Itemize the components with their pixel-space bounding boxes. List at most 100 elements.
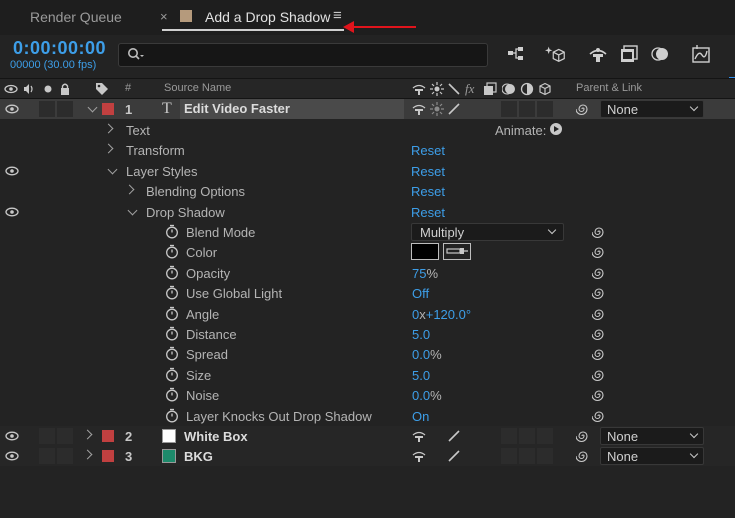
pick-whip-icon[interactable] xyxy=(591,266,606,283)
collapse-switch-icon[interactable] xyxy=(430,102,444,116)
property-row[interactable]: Size 5.0 xyxy=(0,365,735,385)
twirl-right-icon[interactable] xyxy=(82,449,93,460)
adjustment-layer-header-icon[interactable] xyxy=(520,82,534,96)
visibility-eye-icon[interactable] xyxy=(5,431,19,441)
stopwatch-icon[interactable] xyxy=(165,367,179,385)
label-header-icon[interactable] xyxy=(95,82,109,96)
property-row[interactable]: Layer Knocks Out Drop Shadow On xyxy=(0,406,735,426)
property-row[interactable]: Use Global Light Off xyxy=(0,283,735,303)
shy-header-icon[interactable] xyxy=(412,82,426,96)
visibility-eye-icon[interactable] xyxy=(5,207,19,217)
property-row[interactable]: Color xyxy=(0,242,735,262)
switch-cell[interactable] xyxy=(537,448,553,464)
layer-name[interactable]: Edit Video Faster xyxy=(184,101,290,116)
pick-whip-icon[interactable] xyxy=(576,429,590,443)
twirl-down-icon[interactable] xyxy=(127,205,138,216)
twirl-right-icon[interactable] xyxy=(103,123,114,134)
shy-switch-icon[interactable] xyxy=(412,102,426,116)
parent-dropdown[interactable]: None xyxy=(600,100,704,118)
tab-render-queue[interactable]: Render Queue xyxy=(30,9,122,25)
stopwatch-icon[interactable] xyxy=(165,346,179,364)
stopwatch-icon[interactable] xyxy=(165,306,179,324)
lock-switch[interactable] xyxy=(57,428,73,444)
value-number[interactable]: Off xyxy=(412,286,429,301)
property-value[interactable]: 0.0% xyxy=(412,347,442,362)
panel-menu-icon[interactable]: ≡ xyxy=(333,7,342,24)
stopwatch-icon[interactable] xyxy=(165,326,179,344)
visibility-eye-icon[interactable] xyxy=(5,166,19,176)
frame-blending-icon[interactable] xyxy=(618,43,640,65)
pick-whip-icon[interactable] xyxy=(591,347,606,364)
switch-cell[interactable] xyxy=(501,448,517,464)
switch-cell[interactable] xyxy=(501,428,517,444)
property-value[interactable]: 0x+120.0° xyxy=(412,307,471,322)
property-group-drop-shadow[interactable]: Drop Shadow Reset xyxy=(0,202,735,222)
motion-blur-header-icon[interactable] xyxy=(502,82,516,96)
property-group-layer-styles[interactable]: Layer Styles Reset xyxy=(0,161,735,181)
visibility-eye-icon[interactable] xyxy=(5,104,19,114)
quality-switch-icon[interactable] xyxy=(447,102,461,116)
motion-blur-icon[interactable] xyxy=(649,43,671,65)
video-switch-header-icon[interactable] xyxy=(4,82,18,96)
pick-whip-icon[interactable] xyxy=(591,307,606,324)
property-group-blending-options[interactable]: Blending Options Reset xyxy=(0,181,735,201)
twirl-right-icon[interactable] xyxy=(124,184,135,195)
switch-cell[interactable] xyxy=(519,448,535,464)
property-value[interactable]: 0.0% xyxy=(412,388,442,403)
lock-header-icon[interactable] xyxy=(58,82,72,96)
value-number[interactable]: 5.0 xyxy=(412,327,430,342)
property-group-text[interactable]: Text Animate: xyxy=(0,120,735,140)
twirl-down-icon[interactable] xyxy=(87,102,98,113)
property-value[interactable]: 5.0 xyxy=(412,327,430,342)
pick-whip-icon[interactable] xyxy=(591,225,606,242)
property-row[interactable]: Angle 0x+120.0° xyxy=(0,304,735,324)
layer-row-3[interactable]: 3 BKG None xyxy=(0,446,735,466)
switch-cell[interactable] xyxy=(537,428,553,444)
property-row[interactable]: Distance 5.0 xyxy=(0,324,735,344)
stopwatch-icon[interactable] xyxy=(165,387,179,405)
pick-whip-icon[interactable] xyxy=(591,245,606,262)
value-number[interactable]: 5.0 xyxy=(412,368,430,383)
property-row[interactable]: Noise 0.0% xyxy=(0,385,735,405)
twirl-right-icon[interactable] xyxy=(103,143,114,154)
shy-layers-icon[interactable] xyxy=(587,43,609,65)
property-value[interactable]: 5.0 xyxy=(412,368,430,383)
shy-switch-icon[interactable] xyxy=(412,449,426,463)
solo-header-icon[interactable] xyxy=(41,82,55,96)
pick-whip-icon[interactable] xyxy=(591,409,606,426)
pick-whip-icon[interactable] xyxy=(576,449,590,463)
quality-switch-icon[interactable] xyxy=(447,429,461,443)
animate-menu-button-icon[interactable] xyxy=(550,123,562,135)
solo-switch[interactable] xyxy=(39,101,55,117)
twirl-down-icon[interactable] xyxy=(107,164,118,175)
parent-dropdown[interactable]: None xyxy=(600,427,704,445)
pick-whip-icon[interactable] xyxy=(576,102,590,116)
value-number[interactable]: 0.0 xyxy=(412,347,430,362)
stopwatch-icon[interactable] xyxy=(165,265,179,283)
close-tab-icon[interactable]: × xyxy=(160,9,168,24)
visibility-eye-icon[interactable] xyxy=(5,451,19,461)
stopwatch-icon[interactable] xyxy=(165,244,179,262)
collapse-header-icon[interactable] xyxy=(430,82,444,96)
current-time-display[interactable]: 0:00:00:00 xyxy=(13,38,106,59)
audio-header-icon[interactable] xyxy=(22,82,36,96)
switch-cell[interactable] xyxy=(501,101,517,117)
pick-whip-icon[interactable] xyxy=(591,388,606,405)
3d-layer-header-icon[interactable] xyxy=(538,82,552,96)
solo-switch[interactable] xyxy=(39,448,55,464)
value-number[interactable]: 0.0 xyxy=(412,388,430,403)
stopwatch-icon[interactable] xyxy=(165,285,179,303)
eyedropper-icon[interactable] xyxy=(443,243,471,260)
property-value[interactable]: Off xyxy=(412,286,429,301)
switch-cell[interactable] xyxy=(537,101,553,117)
property-row[interactable]: Opacity 75% xyxy=(0,263,735,283)
property-group-transform[interactable]: Transform Reset xyxy=(0,140,735,160)
lock-switch[interactable] xyxy=(57,101,73,117)
value-number[interactable]: 75 xyxy=(412,266,426,281)
shy-switch-icon[interactable] xyxy=(412,429,426,443)
color-swatch[interactable] xyxy=(411,243,439,260)
pick-whip-icon[interactable] xyxy=(591,368,606,385)
layer-row-2[interactable]: 2 White Box None xyxy=(0,426,735,446)
stopwatch-icon[interactable] xyxy=(165,224,179,242)
reset-link[interactable]: Reset xyxy=(411,205,445,220)
